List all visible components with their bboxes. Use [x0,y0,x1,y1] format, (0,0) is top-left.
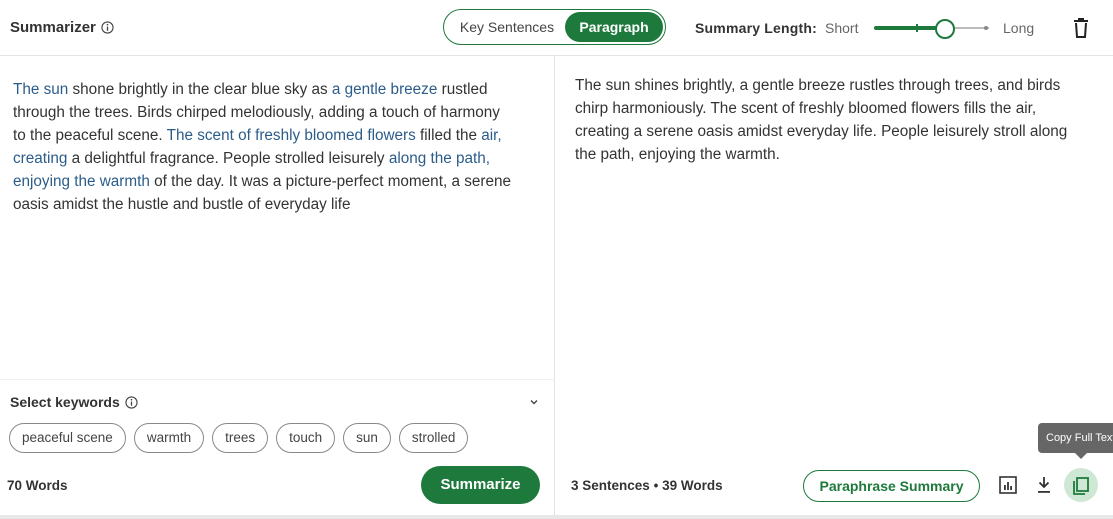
page-title: Summarizer [10,19,114,38]
highlighted-phrase: The sun [13,81,69,98]
length-short-label: Short [825,20,859,36]
input-text-segment: filled the [415,127,482,144]
info-icon[interactable] [101,21,114,38]
input-text-segment: a delightful fragrance. People strolled … [67,150,389,167]
copy-full-text-button[interactable] [1064,468,1098,502]
info-icon[interactable] [125,396,138,412]
download-icon[interactable] [1032,473,1056,497]
paraphrase-summary-button[interactable]: Paraphrase Summary [803,470,980,502]
keyword-chip[interactable]: sun [343,423,391,453]
slider-thumb[interactable] [934,19,955,39]
statistics-icon[interactable] [996,473,1020,497]
keyword-chip[interactable]: trees [212,423,269,453]
summarize-button[interactable]: Summarize [421,466,540,504]
keywords-separator [0,379,554,380]
keywords-title: Select keywords [10,394,138,412]
mode-key-sentences-button[interactable]: Key Sentences [450,12,564,42]
pane-divider [554,55,555,519]
summary-output-text: The sun shines brightly, a gentle breeze… [575,77,1068,163]
tooltip-arrow [1075,453,1087,459]
highlighted-phrase: The scent of freshly bloomed flowers [166,127,416,144]
input-word-count: 70 Words [7,478,68,493]
summary-length-slider[interactable] [874,16,989,40]
copy-icon [1073,477,1089,495]
header-bar: Summarizer Key Sentences Paragraph Summa… [0,0,1113,56]
length-long-label: Long [1003,20,1035,36]
keyword-chips: peaceful scene warmth trees touch sun strolle… [9,423,469,453]
slider-tick [916,24,918,32]
input-text-segment: shone brightly in the clear blue sky as [68,81,332,98]
summary-word-count: 39 Words [662,478,723,493]
slider-end-dot [984,26,988,30]
keyword-chip[interactable]: warmth [133,423,205,453]
keyword-chip[interactable]: strolled [398,423,469,453]
bottom-border [0,515,1113,519]
summary-length-label: Summary Length: [695,20,818,36]
mode-toggle: Key Sentences Paragraph [443,9,666,45]
keyword-chip[interactable]: touch [276,423,336,453]
stats-separator: • [653,478,659,493]
summarizer-app: Summarizer Key Sentences Paragraph Summa… [0,0,1113,519]
trash-icon[interactable] [1072,17,1090,39]
copy-tooltip: Copy Full Text [1038,423,1113,453]
keywords-title-text: Select keywords [10,394,120,410]
title-text: Summarizer [10,19,96,36]
chevron-down-icon[interactable] [528,395,540,407]
input-text-area[interactable]: The sun shone brightly in the clear blue… [13,78,513,216]
highlighted-phrase: a gentle breeze [331,81,438,98]
mode-paragraph-button[interactable]: Paragraph [565,12,663,42]
summary-stats: 3 Sentences • 39 Words [571,478,723,493]
sentence-count: 3 Sentences [571,478,650,493]
keyword-chip[interactable]: peaceful scene [9,423,126,453]
